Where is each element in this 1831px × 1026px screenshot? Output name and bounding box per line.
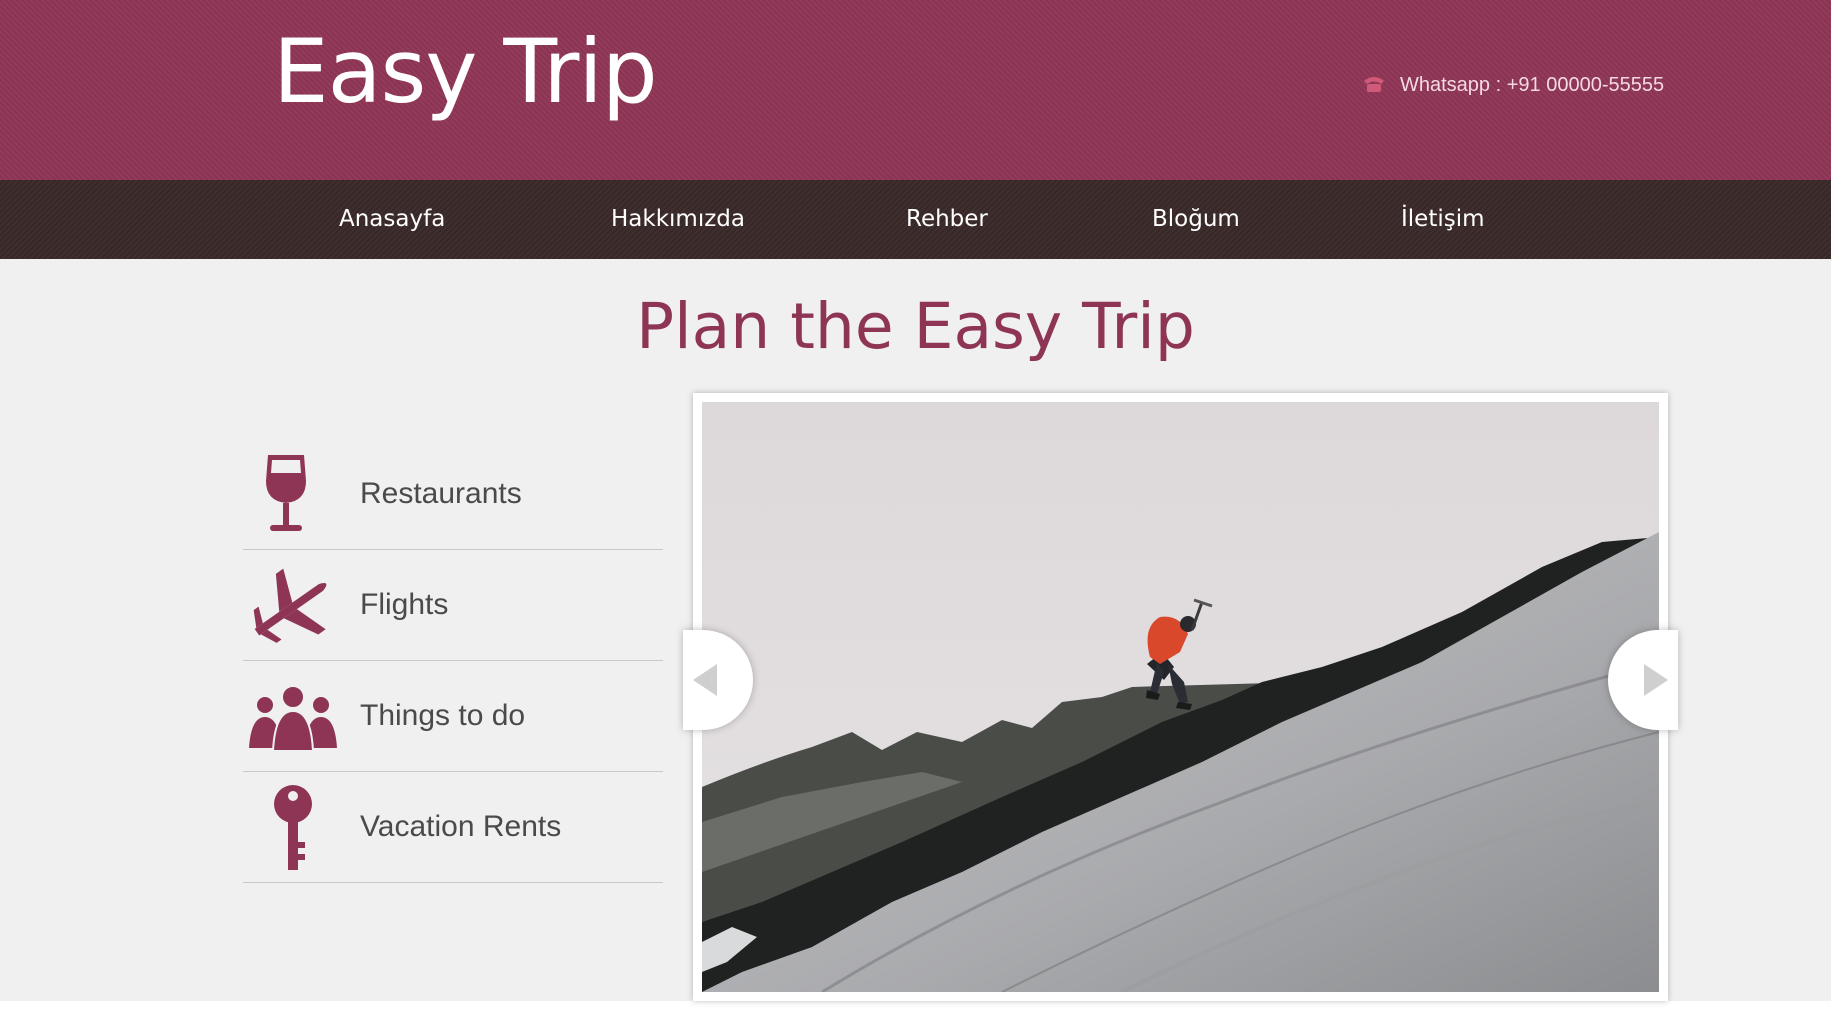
- airplane-icon: [243, 562, 343, 652]
- whatsapp-contact: Whatsapp : +91 00000-55555: [1362, 74, 1664, 97]
- key-icon: [243, 784, 343, 874]
- category-item-things-to-do[interactable]: Things to do: [243, 661, 663, 772]
- phone-icon: [1362, 75, 1386, 93]
- main-nav: Anasayfa Hakkımızda Rehber Bloğum İletiş…: [0, 180, 1831, 259]
- mountain-climber-image: [702, 402, 1659, 992]
- category-list: Restaurants Flights Things to do Vacatio…: [243, 439, 663, 883]
- chevron-right-icon: [1644, 664, 1668, 696]
- category-label: Flights: [360, 588, 449, 621]
- category-label: Restaurants: [360, 477, 522, 510]
- people-icon: [243, 673, 343, 763]
- category-item-vacation-rents[interactable]: Vacation Rents: [243, 772, 663, 883]
- category-label: Vacation Rents: [360, 810, 562, 843]
- page-title: Plan the Easy Trip: [636, 290, 1195, 363]
- site-logo[interactable]: Easy Trip: [273, 20, 658, 123]
- category-item-restaurants[interactable]: Restaurants: [243, 439, 663, 550]
- nav-item-anasayfa[interactable]: Anasayfa: [339, 206, 445, 232]
- image-slider[interactable]: [683, 393, 1678, 1001]
- chevron-left-icon: [693, 664, 717, 696]
- whatsapp-number: Whatsapp : +91 00000-55555: [1400, 74, 1665, 96]
- category-item-flights[interactable]: Flights: [243, 550, 663, 661]
- wine-glass-icon: [243, 451, 343, 541]
- main-content: Plan the Easy Trip Restaurants Flights T…: [0, 259, 1831, 1001]
- category-label: Things to do: [360, 699, 526, 732]
- nav-item-blogum[interactable]: Bloğum: [1152, 206, 1240, 232]
- nav-item-hakkimizda[interactable]: Hakkımızda: [611, 206, 745, 232]
- site-header: Easy Trip Whatsapp : +91 00000-55555: [0, 0, 1831, 180]
- nav-item-iletisim[interactable]: İletişim: [1401, 206, 1485, 232]
- nav-item-rehber[interactable]: Rehber: [906, 206, 988, 232]
